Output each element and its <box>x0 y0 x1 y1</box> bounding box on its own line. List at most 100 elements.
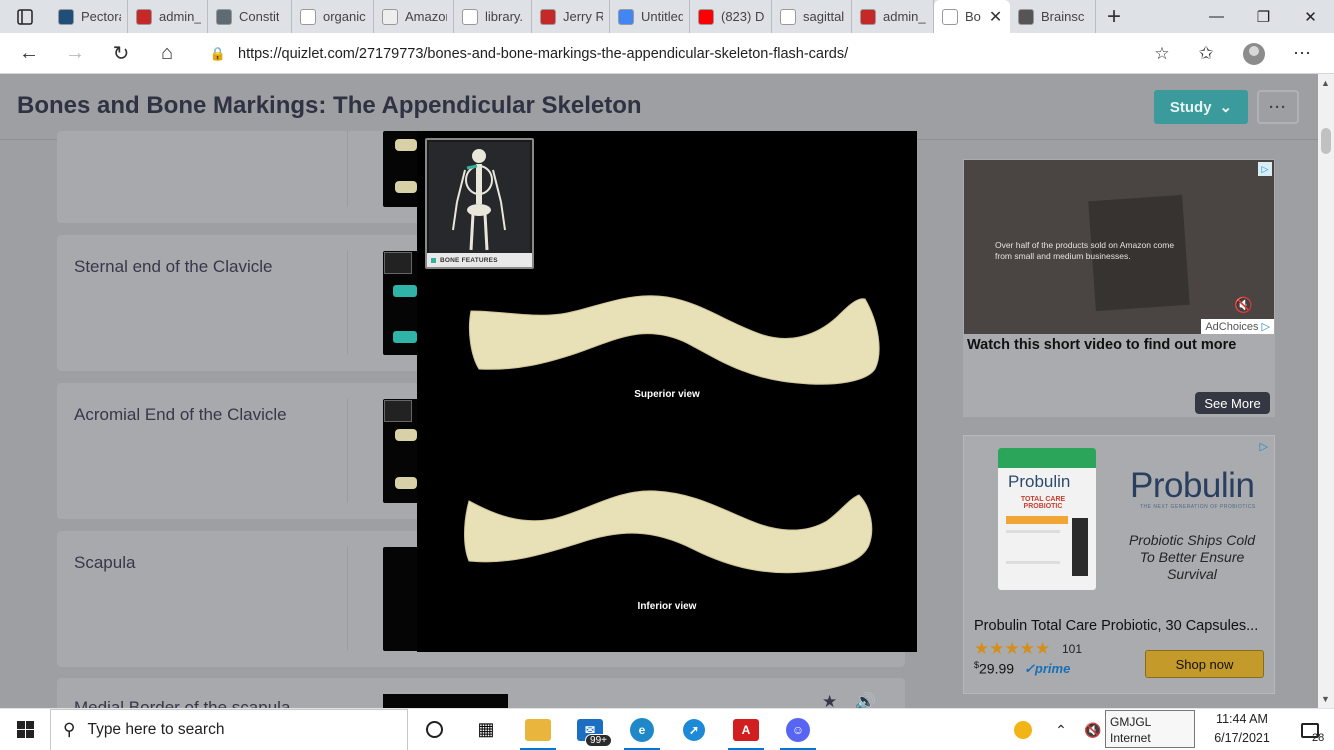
tab-title: Brainsc <box>1041 9 1085 24</box>
home-button[interactable]: ⌂ <box>144 33 190 74</box>
amazon-icon <box>382 8 398 25</box>
google-icon <box>300 8 316 25</box>
ad-title[interactable]: Watch this short video to find out more <box>967 337 1236 353</box>
see-more-button[interactable]: See More <box>1195 392 1270 414</box>
card-image[interactable] <box>383 694 508 708</box>
taskbar-clock[interactable]: 11:44 AM 6/17/2021 <box>1200 710 1284 750</box>
address-bar[interactable]: 🔒 https://quizlet.com/27179773/bones-and… <box>198 38 1182 69</box>
cortana-icon <box>425 721 443 738</box>
browser-tab-strip: Pectora admin_ Constit organic Amazon library… <box>0 0 1334 33</box>
tab-actions-button[interactable] <box>0 0 50 33</box>
acrobat-button[interactable]: A <box>720 709 772 750</box>
browser-tab[interactable]: Pectora <box>50 0 128 33</box>
discord-button[interactable]: ☺ <box>772 709 824 750</box>
task-view-button[interactable]: ▦ <box>460 709 512 750</box>
browser-tab[interactable]: admin_ <box>852 0 934 33</box>
cortana-button[interactable] <box>408 709 460 750</box>
brain-icon <box>1018 8 1034 25</box>
settings-menu-button[interactable]: ⋯ <box>1278 33 1326 74</box>
favorites-button[interactable]: ✩ <box>1182 33 1230 74</box>
product-title[interactable]: Probulin Total Care Probiotic, 30 Capsul… <box>974 618 1269 634</box>
product-box-subtitle: TOTAL CARE PROBIOTIC <box>1020 496 1066 510</box>
edge-button[interactable]: e <box>616 709 668 750</box>
speaker-icon[interactable]: 🔊 <box>855 692 876 708</box>
weather-button[interactable] <box>1002 709 1044 750</box>
star-icon[interactable]: ★ <box>822 692 837 708</box>
bone-thumbnail-fragment <box>395 429 417 441</box>
taskbar-search-box[interactable]: ⚲ Type here to search <box>50 708 408 750</box>
tab-title: Untitled <box>641 9 683 24</box>
mail-button[interactable]: ✉ 99+ <box>564 709 616 750</box>
close-tab-icon[interactable]: ✕ <box>989 7 1002 27</box>
browser-tab[interactable]: Constit <box>208 0 292 33</box>
volume-muted-icon: 🔇 <box>1084 721 1102 738</box>
product-box-side <box>1072 518 1088 576</box>
bone-thumbnail-fragment <box>395 477 417 489</box>
doc-icon <box>58 8 74 25</box>
profile-button[interactable] <box>1230 33 1278 74</box>
product-ad[interactable]: ▷ Probulin TOTAL CARE PROBIOTIC Probulin… <box>963 435 1275 694</box>
adchoices-link[interactable]: AdChoices ▷ <box>1201 319 1274 334</box>
minimize-button[interactable]: — <box>1193 0 1240 33</box>
app-button[interactable]: ➚ <box>668 709 720 750</box>
browser-tab[interactable]: library. <box>454 0 532 33</box>
tab-title: Amazon <box>405 9 447 24</box>
avatar <box>1243 42 1265 65</box>
card-divider <box>347 251 348 355</box>
add-favorite-icon[interactable]: ☆ <box>1142 44 1182 64</box>
caption-superior: Superior view <box>634 389 700 400</box>
browser-tab[interactable]: sagittal <box>772 0 852 33</box>
page-icon <box>942 8 958 25</box>
close-window-button[interactable]: ✕ <box>1287 0 1334 33</box>
network-tooltip: GMJGL Internet access <box>1105 710 1195 750</box>
back-button[interactable]: ← <box>6 33 52 74</box>
tab-title: (823) D <box>721 9 765 24</box>
new-tab-button[interactable]: + <box>1096 0 1132 33</box>
adchoices-label: AdChoices <box>1205 320 1259 333</box>
scroll-down-icon[interactable]: ▼ <box>1321 694 1330 704</box>
inset-caption: BONE FEATURES <box>427 253 532 267</box>
more-options-button[interactable]: ··· <box>1257 90 1299 124</box>
forward-button[interactable]: → <box>52 33 98 74</box>
page-scrollbar[interactable]: ▲ ▼ <box>1318 74 1334 708</box>
refresh-button[interactable]: ↻ <box>98 33 144 74</box>
product-image[interactable]: Probulin TOTAL CARE PROBIOTIC <box>998 448 1096 590</box>
tab-title: Constit <box>239 9 280 24</box>
show-hidden-icons-button[interactable]: ⌃ <box>1044 709 1078 750</box>
prime-badge: ✓prime <box>1024 661 1071 676</box>
flashcard-row[interactable]: Medial Border of the scapula ★ 🔊 <box>57 678 905 708</box>
browser-tab[interactable]: Bo ✕ <box>934 0 1010 33</box>
mail-badge: 99+ <box>585 733 612 747</box>
action-center-button[interactable]: 28 <box>1285 710 1334 750</box>
browser-tab[interactable]: (823) D <box>690 0 772 33</box>
ad-video-player[interactable]: Over half of the products sold on Amazon… <box>964 160 1274 334</box>
bone-thumbnail-fragment <box>395 181 417 193</box>
start-button[interactable] <box>0 709 50 750</box>
browser-tab[interactable]: Amazon <box>374 0 454 33</box>
bone-thumbnail-fragment <box>393 331 417 343</box>
task-view-icon: ▦ <box>477 719 495 739</box>
browser-tab[interactable]: Brainsc <box>1010 0 1096 33</box>
video-ad[interactable]: Over half of the products sold on Amazon… <box>963 159 1275 417</box>
browser-tab[interactable]: Untitled <box>610 0 690 33</box>
shop-now-button[interactable]: Shop now <box>1145 650 1264 678</box>
browser-tab[interactable]: organic <box>292 0 374 33</box>
url-text[interactable]: https://quizlet.com/27179773/bones-and-b… <box>238 46 1142 62</box>
scroll-up-icon[interactable]: ▲ <box>1321 78 1330 88</box>
volume-button[interactable]: 🔇 <box>1078 709 1108 750</box>
browser-tab[interactable]: admin_ <box>128 0 208 33</box>
study-button[interactable]: Study ⌄ <box>1154 90 1248 124</box>
ad-info-icon[interactable]: ▷ <box>1258 162 1272 176</box>
brand-subtitle: THE NEXT GENERATION OF PROBIOTICS <box>1140 504 1256 510</box>
brand-logo[interactable]: Probulin <box>1130 466 1255 506</box>
scroll-thumb[interactable] <box>1321 128 1331 154</box>
browser-tab[interactable]: Jerry R <box>532 0 610 33</box>
ad-info-icon[interactable]: ▷ <box>1260 440 1268 453</box>
restore-button[interactable]: ❐ <box>1240 0 1287 33</box>
file-explorer-button[interactable] <box>512 709 564 750</box>
youtube-icon <box>698 8 714 25</box>
discord-icon: ☺ <box>786 717 810 742</box>
image-lightbox[interactable]: BONE FEATURES Superior view Inferior vie… <box>417 131 917 652</box>
mute-icon[interactable]: 🔇 <box>1234 296 1253 314</box>
skeleton-locator-thumbnail[interactable]: BONE FEATURES <box>425 138 534 269</box>
